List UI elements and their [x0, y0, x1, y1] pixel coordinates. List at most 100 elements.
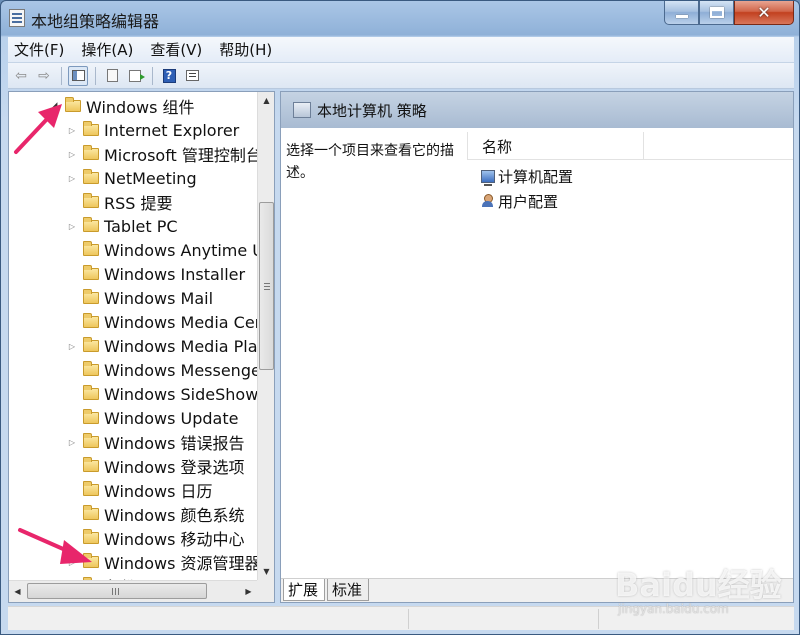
- tree-node-label: Windows 移动中心: [104, 530, 245, 549]
- expand-triangle-icon[interactable]: ▷: [67, 174, 77, 183]
- annotation-arrow-bottom: [18, 528, 92, 564]
- back-button[interactable]: ⇦: [11, 66, 31, 86]
- tree-node-label: Windows 错误报告: [104, 434, 245, 453]
- minimize-icon: [675, 15, 688, 18]
- tree-node[interactable]: Windows 日历: [67, 478, 213, 502]
- export-icon: [129, 69, 145, 82]
- tree-node[interactable]: ▷ Microsoft 管理控制台: [67, 142, 257, 166]
- forward-arrow-icon: ⇨: [38, 67, 50, 84]
- arrow-shaft: [14, 116, 50, 154]
- help-icon: ?: [162, 68, 176, 83]
- expand-triangle-icon[interactable]: ▷: [67, 126, 77, 135]
- tree-node[interactable]: ▷ Internet Explorer: [67, 118, 239, 142]
- tree-node[interactable]: Windows Update: [67, 406, 238, 430]
- console-tree: ◢ Windows 组件 ▷ Internet Explorer ▷ Microsof…: [9, 92, 257, 580]
- tree-node[interactable]: Windows Media Center: [67, 310, 257, 334]
- tree-node[interactable]: ▷ Tablet PC: [67, 214, 178, 238]
- folder-icon: [83, 241, 99, 256]
- tree-node[interactable]: Windows Installer: [67, 262, 245, 286]
- tree-node-label: Windows Anytime Upgrade: [104, 240, 257, 260]
- tree-node-label: Windows Media Player: [104, 336, 257, 356]
- export-list-button[interactable]: [125, 66, 145, 86]
- scroll-down-icon[interactable]: ▼: [258, 563, 275, 580]
- folder-icon: [83, 409, 99, 424]
- tree-node[interactable]: Windows 颜色系统: [67, 502, 245, 526]
- details-header: 本地计算机 策略: [281, 92, 793, 128]
- folder-icon: [83, 121, 99, 136]
- tree-node[interactable]: Windows Anytime Upgrade: [67, 238, 257, 262]
- toolbar-separator: [95, 66, 96, 85]
- tab-extended[interactable]: 扩展: [283, 579, 325, 601]
- properties-button[interactable]: [182, 66, 202, 86]
- menu-file[interactable]: 文件(F): [14, 39, 64, 60]
- expand-triangle-icon[interactable]: ▷: [67, 150, 77, 159]
- tree-node[interactable]: ▷ NetMeeting: [67, 166, 197, 190]
- tree-node[interactable]: Windows 登录选项: [67, 454, 245, 478]
- folder-icon: [83, 361, 99, 376]
- tree-node[interactable]: Windows SideShow: [67, 382, 257, 406]
- vertical-scroll-thumb[interactable]: [259, 202, 274, 370]
- expand-triangle-icon[interactable]: ▷: [67, 342, 77, 351]
- tree-node-label: Windows Mail: [104, 288, 214, 308]
- user-icon: [481, 194, 495, 208]
- folder-icon: [83, 265, 99, 280]
- folder-icon: [83, 385, 99, 400]
- properties-list-button[interactable]: [102, 66, 122, 86]
- tree-horizontal-scrollbar[interactable]: ◀ ▶: [9, 580, 257, 602]
- menu-view[interactable]: 查看(V): [150, 39, 202, 60]
- folder-icon: [83, 169, 99, 184]
- tree-node[interactable]: Windows Mail: [67, 286, 213, 310]
- folder-icon: [83, 481, 99, 496]
- folder-icon: [83, 337, 99, 352]
- show-hide-tree-button[interactable]: [68, 65, 88, 86]
- tree-node-label: NetMeeting: [104, 168, 197, 188]
- tree-node-label: Windows SideShow: [104, 384, 257, 404]
- folder-icon: [83, 457, 99, 472]
- tree-node[interactable]: ▷ Windows 错误报告: [67, 430, 245, 454]
- toolbar: ⇦ ⇨ ?: [8, 63, 794, 89]
- folder-icon: [83, 433, 99, 448]
- properties-icon: [185, 70, 199, 81]
- scroll-left-icon[interactable]: ◀: [9, 581, 26, 602]
- help-button[interactable]: ?: [159, 66, 179, 86]
- close-button[interactable]: ✕: [734, 1, 794, 25]
- tree-node[interactable]: ▷ Windows Media Player: [67, 334, 257, 358]
- arrow-shaft: [18, 528, 72, 554]
- tree-node-label: Windows Update: [104, 408, 239, 428]
- menu-help[interactable]: 帮助(H): [219, 39, 272, 60]
- list-item-label: 用户配置: [498, 192, 559, 211]
- policy-icon: [293, 102, 311, 118]
- title-bar[interactable]: 本地组策略编辑器 ✕: [1, 1, 800, 35]
- tab-standard[interactable]: 标准: [327, 579, 369, 601]
- tree-node-label: Windows Media Center: [104, 312, 257, 332]
- forward-button[interactable]: ⇨: [34, 66, 54, 86]
- folder-icon: [83, 313, 99, 328]
- menu-action[interactable]: 操作(A): [81, 39, 133, 60]
- horizontal-scroll-thumb[interactable]: [27, 583, 207, 599]
- list-item-computer-config[interactable]: 计算机配置: [481, 164, 573, 188]
- maximize-icon: [709, 7, 724, 18]
- expand-triangle-icon[interactable]: ▷: [67, 222, 77, 231]
- annotation-arrow-top: [14, 104, 62, 154]
- expand-triangle-icon[interactable]: ▷: [67, 438, 77, 447]
- tree-node-windows-components[interactable]: ◢ Windows 组件: [49, 94, 195, 118]
- tree-vertical-scrollbar[interactable]: ▲ ▼: [257, 92, 274, 580]
- tree-node-label: Windows 日历: [104, 482, 213, 501]
- scrollbar-corner: [257, 580, 274, 602]
- status-divider: [408, 609, 409, 629]
- tree-node-label: Microsoft 管理控制台: [104, 146, 257, 165]
- maximize-button[interactable]: [699, 1, 734, 25]
- arrow-head: [60, 540, 92, 564]
- minimize-button[interactable]: [664, 1, 699, 25]
- scroll-up-icon[interactable]: ▲: [258, 92, 275, 109]
- tree-node-label: Windows 资源管理器: [104, 554, 257, 573]
- tree-node-label: RSS 提要: [104, 194, 173, 213]
- list-item-user-config[interactable]: 用户配置: [481, 189, 558, 213]
- window-title: 本地组策略编辑器: [31, 12, 160, 31]
- scroll-right-icon[interactable]: ▶: [240, 581, 257, 602]
- tree-node-label: Tablet PC: [104, 216, 178, 236]
- tree-node[interactable]: RSS 提要: [67, 190, 173, 214]
- tree-node[interactable]: Windows Messenger: [67, 358, 257, 382]
- tree-node-label: Windows 组件: [86, 98, 195, 117]
- column-name-header[interactable]: 名称: [468, 132, 644, 160]
